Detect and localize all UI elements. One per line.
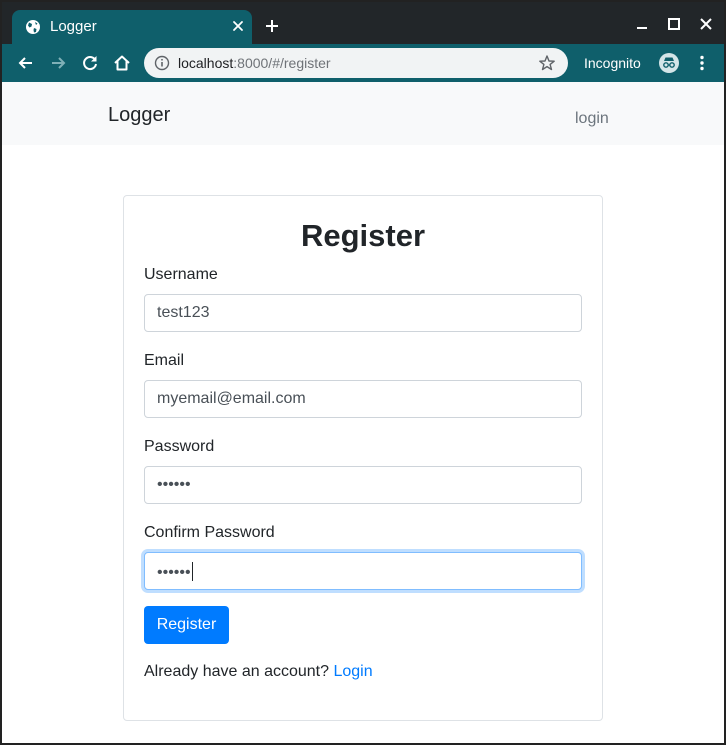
minimize-icon[interactable] xyxy=(632,14,652,34)
incognito-icon[interactable] xyxy=(658,52,680,74)
navbar-login-link[interactable]: login xyxy=(575,109,609,129)
star-icon[interactable] xyxy=(538,54,556,72)
navbar: Logger login xyxy=(2,82,724,145)
register-card: Register Username test123 Email myemail@… xyxy=(123,195,603,721)
close-icon[interactable] xyxy=(230,18,246,34)
browser-window: Logger localhost:8000/#/register Incogni… xyxy=(2,2,724,743)
confirm-password-label: Confirm Password xyxy=(144,524,275,541)
confirm-password-input[interactable]: •••••• xyxy=(144,552,582,590)
more-vert-icon[interactable] xyxy=(692,53,712,73)
password-input[interactable]: •••••• xyxy=(144,466,582,504)
url-host: localhost xyxy=(178,55,234,71)
username-value: test123 xyxy=(157,304,210,321)
confirm-password-dots: •••••• xyxy=(157,564,191,581)
browser-toolbar: localhost:8000/#/register Incognito xyxy=(2,44,724,82)
username-input[interactable]: test123 xyxy=(144,294,582,332)
confirm-password-value: •••••• xyxy=(157,562,193,582)
text-caret xyxy=(191,562,193,581)
close-window-icon[interactable] xyxy=(696,14,716,34)
url-path: :8000/#/register xyxy=(233,55,331,71)
tab-strip: Logger xyxy=(2,2,724,44)
browser-tab[interactable]: Logger xyxy=(12,10,252,44)
login-prompt-text: Already have an account? xyxy=(144,663,330,680)
email-input[interactable]: myemail@email.com xyxy=(144,380,582,418)
password-label: Password xyxy=(144,438,215,455)
page-content: Logger login Register Username test123 E… xyxy=(2,82,724,743)
incognito-label: Incognito xyxy=(584,55,641,71)
login-link[interactable]: Login xyxy=(333,663,372,680)
maximize-icon[interactable] xyxy=(664,14,684,34)
reload-icon[interactable] xyxy=(80,53,100,73)
url-text: localhost:8000/#/register xyxy=(178,55,331,71)
page-title: Register xyxy=(300,218,426,253)
username-label: Username xyxy=(144,266,218,283)
globe-icon xyxy=(25,19,41,35)
tab-title: Logger xyxy=(50,18,97,35)
login-prompt: Already have an account? Login xyxy=(144,662,373,682)
email-label: Email xyxy=(144,352,185,369)
plus-icon[interactable] xyxy=(264,18,280,34)
email-value: myemail@email.com xyxy=(157,390,306,407)
info-icon[interactable] xyxy=(154,55,170,71)
home-icon[interactable] xyxy=(112,53,132,73)
address-bar[interactable]: localhost:8000/#/register xyxy=(144,48,568,78)
register-button[interactable]: Register xyxy=(144,606,229,644)
password-value: •••••• xyxy=(157,476,191,493)
back-arrow-icon[interactable] xyxy=(16,53,36,73)
forward-arrow-icon[interactable] xyxy=(48,53,68,73)
navbar-brand[interactable]: Logger xyxy=(108,103,170,127)
